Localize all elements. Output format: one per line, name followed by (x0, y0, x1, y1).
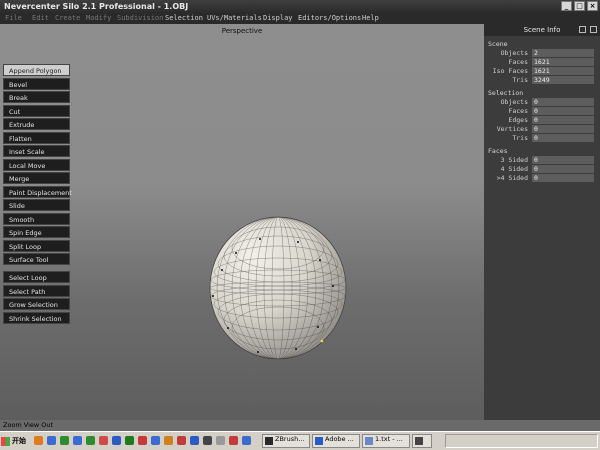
stat-row: >4 Sided 0 (484, 174, 600, 183)
quicklaunch-icon[interactable] (60, 436, 69, 445)
menu-uvs-materials[interactable]: UVs/Materials (207, 13, 262, 24)
tool-split-loop[interactable]: Split Loop (3, 239, 70, 252)
panel-close-icon[interactable] (590, 26, 597, 33)
sphere-mesh (209, 216, 347, 360)
quicklaunch-icon[interactable] (86, 436, 95, 445)
tool-cut[interactable]: Cut (3, 104, 70, 117)
tool-slide[interactable]: Slide (3, 199, 70, 211)
system-tray (445, 434, 598, 448)
photoshop-icon (315, 437, 323, 445)
maximize-button[interactable]: □ (574, 1, 585, 11)
tool-spin-edge[interactable]: Spin Edge (3, 226, 70, 238)
quicklaunch-icon[interactable] (125, 436, 134, 445)
scene-info-title: Scene Info (523, 26, 561, 34)
stat-row: Tris 3249 (484, 76, 600, 85)
windows-logo-icon (1, 436, 10, 446)
tool-inset-scale[interactable]: Inset Scale (3, 145, 70, 157)
quicklaunch-icon[interactable] (177, 436, 186, 445)
quicklaunch-icon[interactable] (112, 436, 121, 445)
scene-info-header: Scene Info (484, 24, 600, 36)
stat-row: Faces 0 (484, 107, 600, 116)
menu-file[interactable]: File (5, 13, 22, 24)
status-text: Zoom View Out (3, 421, 54, 429)
quicklaunch-icon[interactable] (164, 436, 173, 445)
window-title: Nevercenter Silo 2.1 Professional - 1.OB… (4, 2, 189, 11)
tool-select-loop[interactable]: Select Loop (3, 271, 70, 283)
section-selection: Selection (488, 89, 524, 97)
menu-bar: File Edit Create Modify Subdivision Sele… (0, 13, 600, 24)
stat-row: Vertices 0 (484, 125, 600, 134)
silo-icon (415, 437, 423, 445)
stat-row: Faces 1621 (484, 58, 600, 67)
tool-extrude[interactable]: Extrude (3, 118, 70, 130)
status-bar: Zoom View Out (0, 420, 600, 431)
stat-row: Objects 2 (484, 49, 600, 58)
tool-shrink-selection[interactable]: Shrink Selection (3, 311, 70, 324)
stat-row: Objects 0 (484, 98, 600, 107)
quicklaunch-icon[interactable] (229, 436, 238, 445)
notepad-icon (365, 437, 373, 445)
quicklaunch-icon[interactable] (99, 436, 108, 445)
scene-info-panel: Scene Info Scene Objects 2 Faces 1621 Iso … (484, 24, 600, 420)
tool-merge[interactable]: Merge (3, 172, 70, 184)
taskbar-item-adobe[interactable]: Adobe ... (312, 434, 360, 448)
menu-edit[interactable]: Edit (32, 13, 49, 24)
stat-row: 3 Sided 0 (484, 156, 600, 165)
quicklaunch-icon[interactable] (73, 436, 82, 445)
menu-selection[interactable]: Selection (165, 13, 203, 24)
quicklaunch-icon[interactable] (216, 436, 225, 445)
windows-taskbar: 开始 ZBrush... Adobe ... 1.txt - ... (0, 431, 600, 450)
start-button[interactable]: 开始 (1, 434, 31, 448)
tool-smooth[interactable]: Smooth (3, 212, 70, 225)
tool-append-polygon[interactable]: Append Polygon (3, 64, 70, 76)
tool-local-move[interactable]: Local Move (3, 158, 70, 171)
menu-editors-options[interactable]: Editors/Options (298, 13, 361, 24)
zbrush-icon (265, 437, 273, 445)
tool-break[interactable]: Break (3, 91, 70, 103)
stat-row: 4 Sided 0 (484, 165, 600, 174)
minimize-button[interactable]: _ (561, 1, 572, 11)
menu-subdivision[interactable]: Subdivision (117, 13, 163, 24)
menu-modify[interactable]: Modify (86, 13, 111, 24)
quicklaunch-icon[interactable] (47, 436, 56, 445)
tool-select-path[interactable]: Select Path (3, 284, 70, 297)
stat-row: Edges 0 (484, 116, 600, 125)
quicklaunch-icon[interactable] (203, 436, 212, 445)
tool-paint-displacement[interactable]: Paint Displacement (3, 185, 72, 198)
taskbar-item-silo[interactable] (412, 434, 432, 448)
section-scene: Scene (488, 40, 508, 48)
stat-row: Tris 0 (484, 134, 600, 143)
tool-surface-tool[interactable]: Surface Tool (3, 253, 70, 265)
quicklaunch-icon[interactable] (151, 436, 160, 445)
close-button[interactable]: × (587, 1, 598, 11)
taskbar-item-zbrush[interactable]: ZBrush... (262, 434, 310, 448)
quicklaunch-icon[interactable] (34, 436, 43, 445)
tool-flatten[interactable]: Flatten (3, 131, 70, 144)
tool-bevel[interactable]: Bevel (3, 77, 70, 90)
menu-display[interactable]: Display (263, 13, 293, 24)
quicklaunch-icon[interactable] (138, 436, 147, 445)
quicklaunch-icon[interactable] (190, 436, 199, 445)
tool-palette: Append Polygon Bevel Break Cut Extrude F… (3, 64, 72, 325)
panel-float-icon[interactable] (579, 26, 586, 33)
menu-create[interactable]: Create (55, 13, 80, 24)
title-bar: Nevercenter Silo 2.1 Professional - 1.OB… (0, 0, 600, 13)
perspective-viewport[interactable]: Perspective Append Polygon Bevel Break C… (0, 24, 484, 438)
menu-help[interactable]: Help (362, 13, 379, 24)
taskbar-item-notepad[interactable]: 1.txt - ... (362, 434, 410, 448)
stat-row: Iso Faces 1621 (484, 67, 600, 76)
section-faces: Faces (488, 147, 508, 155)
quicklaunch-icon[interactable] (242, 436, 251, 445)
tool-grow-selection[interactable]: Grow Selection (3, 298, 70, 310)
start-label: 开始 (12, 437, 26, 445)
